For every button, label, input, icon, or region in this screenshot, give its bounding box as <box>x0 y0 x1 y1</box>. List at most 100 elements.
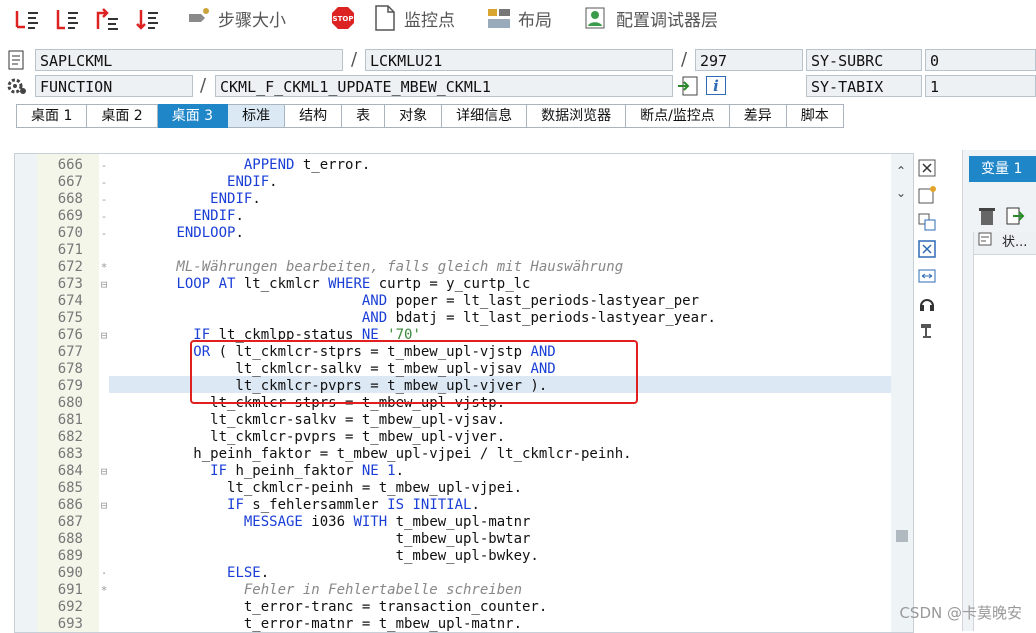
tab-desktop[interactable]: 结构 <box>285 104 343 128</box>
code-line[interactable]: 687 MESSAGE i036 WITH t_mbew_upl-matnr <box>15 514 891 531</box>
code-text: ENDIF. <box>193 208 244 224</box>
gear-icon <box>7 77 27 99</box>
code-line[interactable]: 668 - ENDIF. <box>15 191 891 208</box>
code-text: APPEND t_error. <box>243 157 371 173</box>
sy-subrc-value: 0 <box>925 49 1036 71</box>
svg-text:STOP: STOP <box>333 15 354 23</box>
watchpoint-button[interactable]: 监控点 <box>372 4 455 32</box>
info-icon[interactable]: i <box>706 76 726 95</box>
continue-icon[interactable] <box>136 6 162 32</box>
code-line[interactable]: 666 - APPEND t_error. <box>15 157 891 174</box>
code-line[interactable]: 684 ⊟ IF h_peinh_faktor NE 1. <box>15 463 891 480</box>
column-settings-icon[interactable] <box>974 232 996 254</box>
close-window-icon[interactable] <box>917 158 937 178</box>
tab-desktop[interactable]: 桌面 1 <box>16 104 88 128</box>
code-text: Fehler in Fehlertabelle schreiben <box>109 582 523 598</box>
swap-window-icon[interactable] <box>917 212 937 232</box>
line-number: 671 <box>57 242 83 258</box>
config-debugger-layer-button[interactable]: 配置调试器层 <box>584 4 718 32</box>
return-icon[interactable] <box>94 6 120 32</box>
fold-marker[interactable]: ⊟ <box>99 497 109 514</box>
line-number: 678 <box>57 361 83 377</box>
fold-marker[interactable]: ⊟ <box>99 463 109 480</box>
code-line[interactable]: 674 AND poper = lt_last_periods-lastyear… <box>15 293 891 310</box>
code-line[interactable]: 681 lt_ckmlcr-salkv = t_mbew_upl-vjsav. <box>15 412 891 429</box>
navigate-icon[interactable] <box>677 76 699 100</box>
code-line[interactable]: 673 ⊟ LOOP AT lt_ckmlcr WHERE curtp = y_c… <box>15 276 891 293</box>
chevron-up-icon[interactable]: ⌃ <box>896 164 906 178</box>
import-icon[interactable] <box>1005 206 1025 230</box>
line-number: 667 <box>57 174 83 190</box>
status-column-header: 状... <box>1002 235 1028 250</box>
code-text: IF s_fehlersammler IS INITIAL. <box>227 497 480 513</box>
tab-desktop[interactable]: 标准 <box>228 104 286 128</box>
code-line[interactable]: 682 lt_ckmlcr-pvprs = t_mbew_upl-vjver. <box>15 429 891 446</box>
line-number: 666 <box>57 157 83 173</box>
fold-marker: * <box>100 261 108 274</box>
line-number: 674 <box>57 293 83 309</box>
code-line[interactable]: 686 ⊟ IF s_fehlersammler IS INITIAL. <box>15 497 891 514</box>
separator-slash: / <box>200 75 207 96</box>
tab-variables-1[interactable]: 变量 1 <box>969 156 1036 182</box>
code-line[interactable]: 688 t_mbew_upl-bwtar <box>15 531 891 548</box>
tab-desktop[interactable]: 脚本 <box>786 104 844 128</box>
editor-side-toolbar <box>914 155 940 347</box>
line-number: 672 <box>57 259 83 275</box>
code-line[interactable]: 690 · ELSE. <box>15 565 891 582</box>
tab-desktop[interactable]: 详细信息 <box>442 104 528 128</box>
document-icon <box>372 5 398 31</box>
step-size-button[interactable]: 步骤大小 <box>186 4 286 32</box>
code-text: t_error-matnr = t_mbew_upl-matnr. <box>109 616 523 632</box>
trash-icon[interactable] <box>977 206 997 230</box>
new-window-icon[interactable] <box>917 185 937 205</box>
sy-tabix-value: 1 <box>925 75 1036 97</box>
include-field: LCKMLU21 <box>365 49 673 71</box>
code-line[interactable]: 667 - ENDIF. <box>15 174 891 191</box>
headset-icon[interactable] <box>917 293 937 313</box>
code-line[interactable]: 669 - ENDIF. <box>15 208 891 225</box>
line-number: 687 <box>57 514 83 530</box>
code-line[interactable]: 691 * Fehler in Fehlertabelle schreiben <box>15 582 891 599</box>
tab-desktop[interactable]: 断点/监控点 <box>626 104 730 128</box>
single-step-icon[interactable] <box>14 6 40 32</box>
stop-button[interactable]: STOP <box>330 4 356 32</box>
code-line[interactable]: 689 t_mbew_upl-bwkey. <box>15 548 891 565</box>
execute-icon[interactable] <box>54 6 80 32</box>
variables-grid[interactable]: 状... <box>973 232 1036 631</box>
line-number-field: 297 <box>695 49 803 71</box>
code-line[interactable]: 670 - ENDLOOP. <box>15 225 891 242</box>
code-text: lt_ckmlcr-pvprs = t_mbew_upl-vjver. <box>109 429 506 445</box>
variables-grid-header: 状... <box>974 232 1036 255</box>
tab-desktop[interactable]: 对象 <box>385 104 443 128</box>
code-line[interactable]: 685 lt_ckmlcr-peinh = t_mbew_upl-vjpei. <box>15 480 891 497</box>
step-size-icon <box>186 6 212 30</box>
code-line[interactable]: 692 t_error-tranc = transaction_counter. <box>15 599 891 616</box>
fold-marker: * <box>100 584 108 597</box>
tab-desktop[interactable]: 数据浏览器 <box>527 104 627 128</box>
tab-desktop[interactable]: 表 <box>342 104 386 128</box>
fold-marker[interactable]: ⊟ <box>99 276 109 293</box>
type-field: FUNCTION <box>35 75 193 97</box>
code-line[interactable]: 675 AND bdatj = lt_last_periods-lastyear… <box>15 310 891 327</box>
line-number: 669 <box>57 208 83 224</box>
code-line[interactable]: 671 <box>15 242 891 259</box>
debug-tool-icon[interactable] <box>917 320 937 340</box>
line-number: 677 <box>57 344 83 360</box>
code-text: ENDIF. <box>210 191 261 207</box>
code-line[interactable]: 693 t_error-matnr = t_mbew_upl-matnr. <box>15 616 891 632</box>
code-text: h_peinh_faktor = t_mbew_upl-vjpei / lt_c… <box>109 446 632 462</box>
layout-button[interactable]: 布局 <box>486 4 552 32</box>
editor-vertical-scrollbar[interactable]: ⌃ ⌄ <box>891 154 913 632</box>
line-number: 680 <box>57 395 83 411</box>
tab-desktop[interactable]: 桌面 3 <box>157 104 229 128</box>
layout-icon <box>486 6 512 30</box>
chevron-down-icon[interactable]: ⌄ <box>896 186 906 200</box>
maximize-icon[interactable] <box>917 239 937 259</box>
tab-desktop[interactable]: 差异 <box>729 104 787 128</box>
code-line[interactable]: 683 h_peinh_faktor = t_mbew_upl-vjpei / … <box>15 446 891 463</box>
tab-desktop[interactable]: 桌面 2 <box>87 104 158 128</box>
scrollbar-thumb[interactable] <box>896 530 908 542</box>
fold-marker[interactable]: ⊟ <box>99 327 109 344</box>
resize-horizontal-icon[interactable] <box>917 266 937 286</box>
code-line[interactable]: 672 * ML-Währungen bearbeiten, falls glei… <box>15 259 891 276</box>
